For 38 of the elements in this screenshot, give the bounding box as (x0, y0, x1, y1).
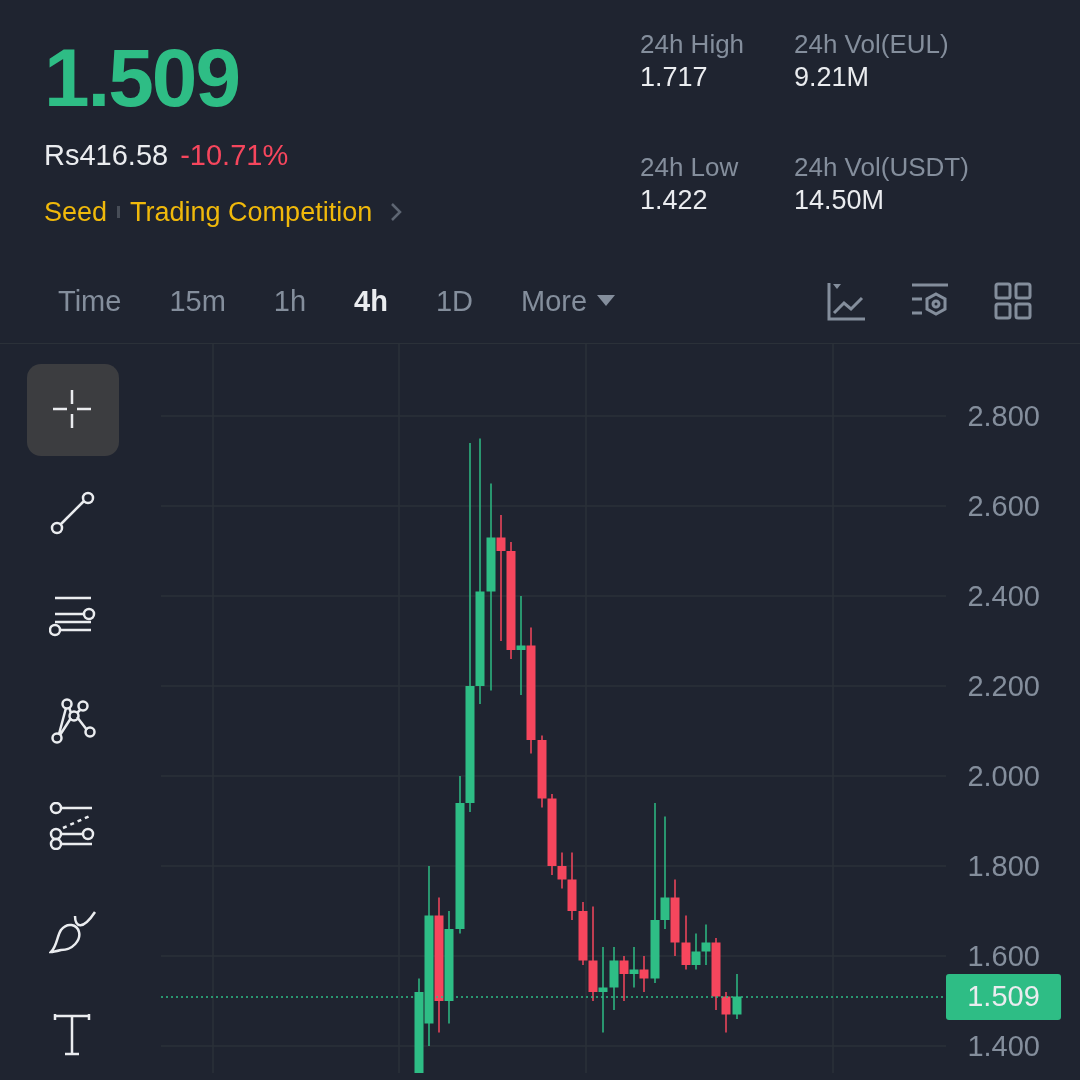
candlestick (732, 973, 742, 1020)
last-price: 1.509 (44, 31, 239, 125)
y-axis-label: 2.400 (967, 579, 1040, 613)
y-axis-label: 1.600 (967, 939, 1040, 973)
y-axis-label: 2.000 (967, 759, 1040, 793)
tag-link[interactable]: Trading Competition (130, 191, 373, 232)
stat-value: 14.50M (794, 183, 886, 217)
line-chart-icon[interactable] (826, 281, 866, 322)
stat-label: 24h High (640, 28, 746, 60)
stat-value: 1.422 (640, 183, 709, 217)
stat-label: 24h Vol(USDT) (794, 150, 970, 183)
last-price-tag: 1.509 (946, 973, 1061, 1020)
candlestick (609, 946, 619, 1011)
grid-layout-icon[interactable] (994, 282, 1032, 321)
stat-label: 24h Vol(EUL) (794, 28, 950, 60)
interval-tab[interactable]: 4h (334, 273, 408, 330)
pattern-icon (49, 698, 97, 746)
interval-tab[interactable]: Time (38, 273, 142, 330)
price-change: -10.71% (180, 138, 289, 173)
y-axis-label: 2.800 (967, 399, 1040, 433)
interval-tab[interactable]: 1h (253, 273, 327, 330)
y-axis-label: 1.400 (967, 1029, 1040, 1063)
y-axis-label: 2.600 (967, 489, 1040, 523)
tag-link[interactable]: Seed (44, 191, 108, 232)
fib-icon (49, 802, 97, 850)
candlestick (629, 946, 639, 989)
chevron-right-icon[interactable] (390, 201, 403, 222)
fiat-price: Rs416.58 (44, 138, 169, 173)
dropdown-caret-icon (597, 295, 616, 308)
y-axis-label: 1.800 (967, 849, 1040, 883)
candlestick (619, 955, 629, 1002)
stat-label: 24h Low (640, 150, 740, 183)
stat-value: 1.717 (640, 61, 709, 94)
stat-value: 9.21M (794, 61, 871, 94)
interval-tab[interactable]: More (501, 273, 636, 330)
interval-tab[interactable]: 1D (415, 273, 493, 330)
interval-tab[interactable]: 15m (149, 273, 246, 330)
y-axis-label: 2.200 (967, 669, 1040, 703)
